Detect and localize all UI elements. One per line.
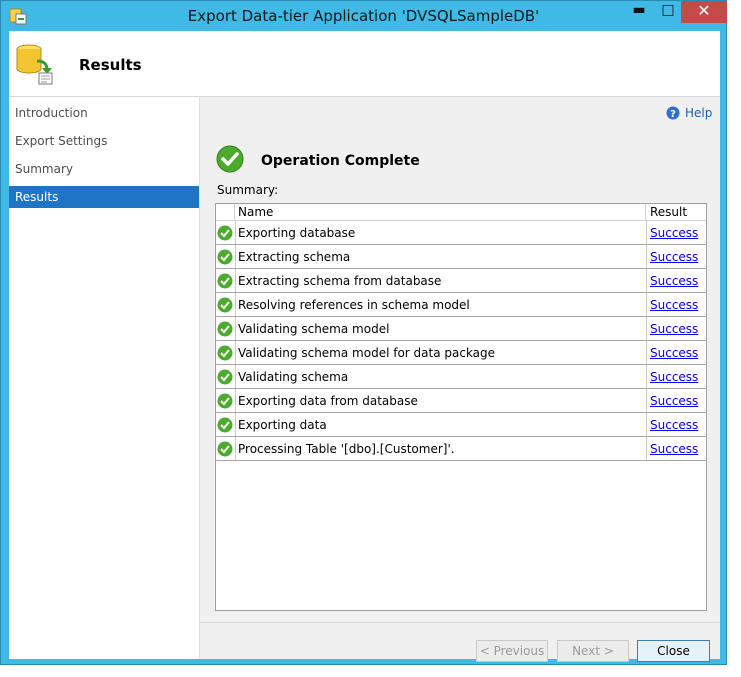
table-row: Processing Table '[dbo].[Customer]'. Suc…: [216, 437, 706, 461]
nav-item-introduction[interactable]: Introduction: [9, 102, 199, 124]
help-label: Help: [685, 106, 713, 120]
page-header: Results: [9, 31, 720, 97]
table-row: Exporting database Success: [216, 221, 706, 245]
row-name: Exporting database: [238, 226, 356, 240]
title-bar[interactable]: Export Data-tier Application 'DVSQLSampl…: [1, 1, 727, 31]
row-result-link[interactable]: Success: [650, 298, 698, 312]
table-row: Extracting schema Success: [216, 245, 706, 269]
main-panel: ? Help Operation Complete Summary: Name …: [200, 97, 720, 662]
icon-column-header: [216, 204, 235, 221]
row-result-link[interactable]: Success: [650, 442, 698, 456]
summary-label: Summary:: [217, 183, 279, 197]
success-icon: [217, 225, 233, 241]
row-result-link[interactable]: Success: [650, 226, 698, 240]
row-name: Extracting schema from database: [238, 274, 442, 288]
dialog-client: Results Introduction Export Settings Sum…: [9, 31, 720, 662]
nav-item-export-settings[interactable]: Export Settings: [9, 130, 199, 152]
operation-status: Operation Complete: [261, 153, 420, 169]
success-icon: [217, 393, 233, 409]
table-row: Resolving references in schema model Suc…: [216, 293, 706, 317]
footer-divider: [200, 622, 720, 623]
row-name: Exporting data: [238, 418, 327, 432]
minimize-icon: ▬: [632, 2, 646, 18]
row-result-link[interactable]: Success: [650, 346, 698, 360]
row-result-link[interactable]: Success: [650, 250, 698, 264]
success-icon: [217, 441, 233, 457]
row-name: Exporting data from database: [238, 394, 418, 408]
previous-button[interactable]: < Previous: [476, 640, 548, 662]
row-result-link[interactable]: Success: [650, 370, 698, 384]
help-icon: ?: [666, 106, 680, 120]
row-result-link[interactable]: Success: [650, 418, 698, 432]
success-icon: [217, 249, 233, 265]
table-row: Validating schema Success: [216, 365, 706, 389]
success-icon: [217, 321, 233, 337]
row-result-link[interactable]: Success: [650, 322, 698, 336]
close-window-button[interactable]: ✕: [681, 1, 727, 23]
close-button[interactable]: Close: [637, 640, 710, 662]
success-icon: [217, 345, 233, 361]
nav-item-results[interactable]: Results: [9, 186, 199, 208]
svg-text:?: ?: [670, 109, 676, 120]
table-row: Exporting data Success: [216, 413, 706, 437]
nav-item-summary[interactable]: Summary: [9, 158, 199, 180]
database-export-icon: [16, 44, 53, 85]
next-button[interactable]: Next >: [557, 640, 629, 662]
row-result-link[interactable]: Success: [650, 394, 698, 408]
maximize-icon: □: [661, 2, 675, 18]
name-column-header[interactable]: Name: [235, 204, 646, 221]
row-name: Extracting schema: [238, 250, 351, 264]
row-name: Resolving references in schema model: [238, 298, 470, 312]
results-table: Name Result Exporting database Success E…: [215, 203, 707, 611]
dialog-window: Export Data-tier Application 'DVSQLSampl…: [0, 0, 727, 665]
success-icon: [217, 369, 233, 385]
table-row: Validating schema model Success: [216, 317, 706, 341]
table-row: Exporting data from database Success: [216, 389, 706, 413]
row-name: Validating schema: [238, 370, 349, 384]
maximize-button[interactable]: □: [652, 1, 684, 23]
table-row: Extracting schema from database Success: [216, 269, 706, 293]
page-title: Results: [79, 56, 142, 74]
row-result-link[interactable]: Success: [650, 274, 698, 288]
window-title: Export Data-tier Application 'DVSQLSampl…: [187, 7, 540, 25]
success-icon: [217, 273, 233, 289]
minimize-button[interactable]: ▬: [623, 1, 655, 23]
result-column-header[interactable]: Result: [646, 204, 706, 221]
success-icon: [217, 417, 233, 433]
success-check-icon: [216, 145, 244, 173]
row-name: Validating schema model for data package: [238, 346, 496, 360]
row-name: Validating schema model: [238, 322, 390, 336]
row-name: Processing Table '[dbo].[Customer]'.: [238, 442, 455, 456]
table-row: Validating schema model for data package…: [216, 341, 706, 365]
success-icon: [217, 297, 233, 313]
wizard-nav: Introduction Export Settings Summary Res…: [9, 97, 200, 659]
close-icon: ✕: [697, 1, 711, 20]
